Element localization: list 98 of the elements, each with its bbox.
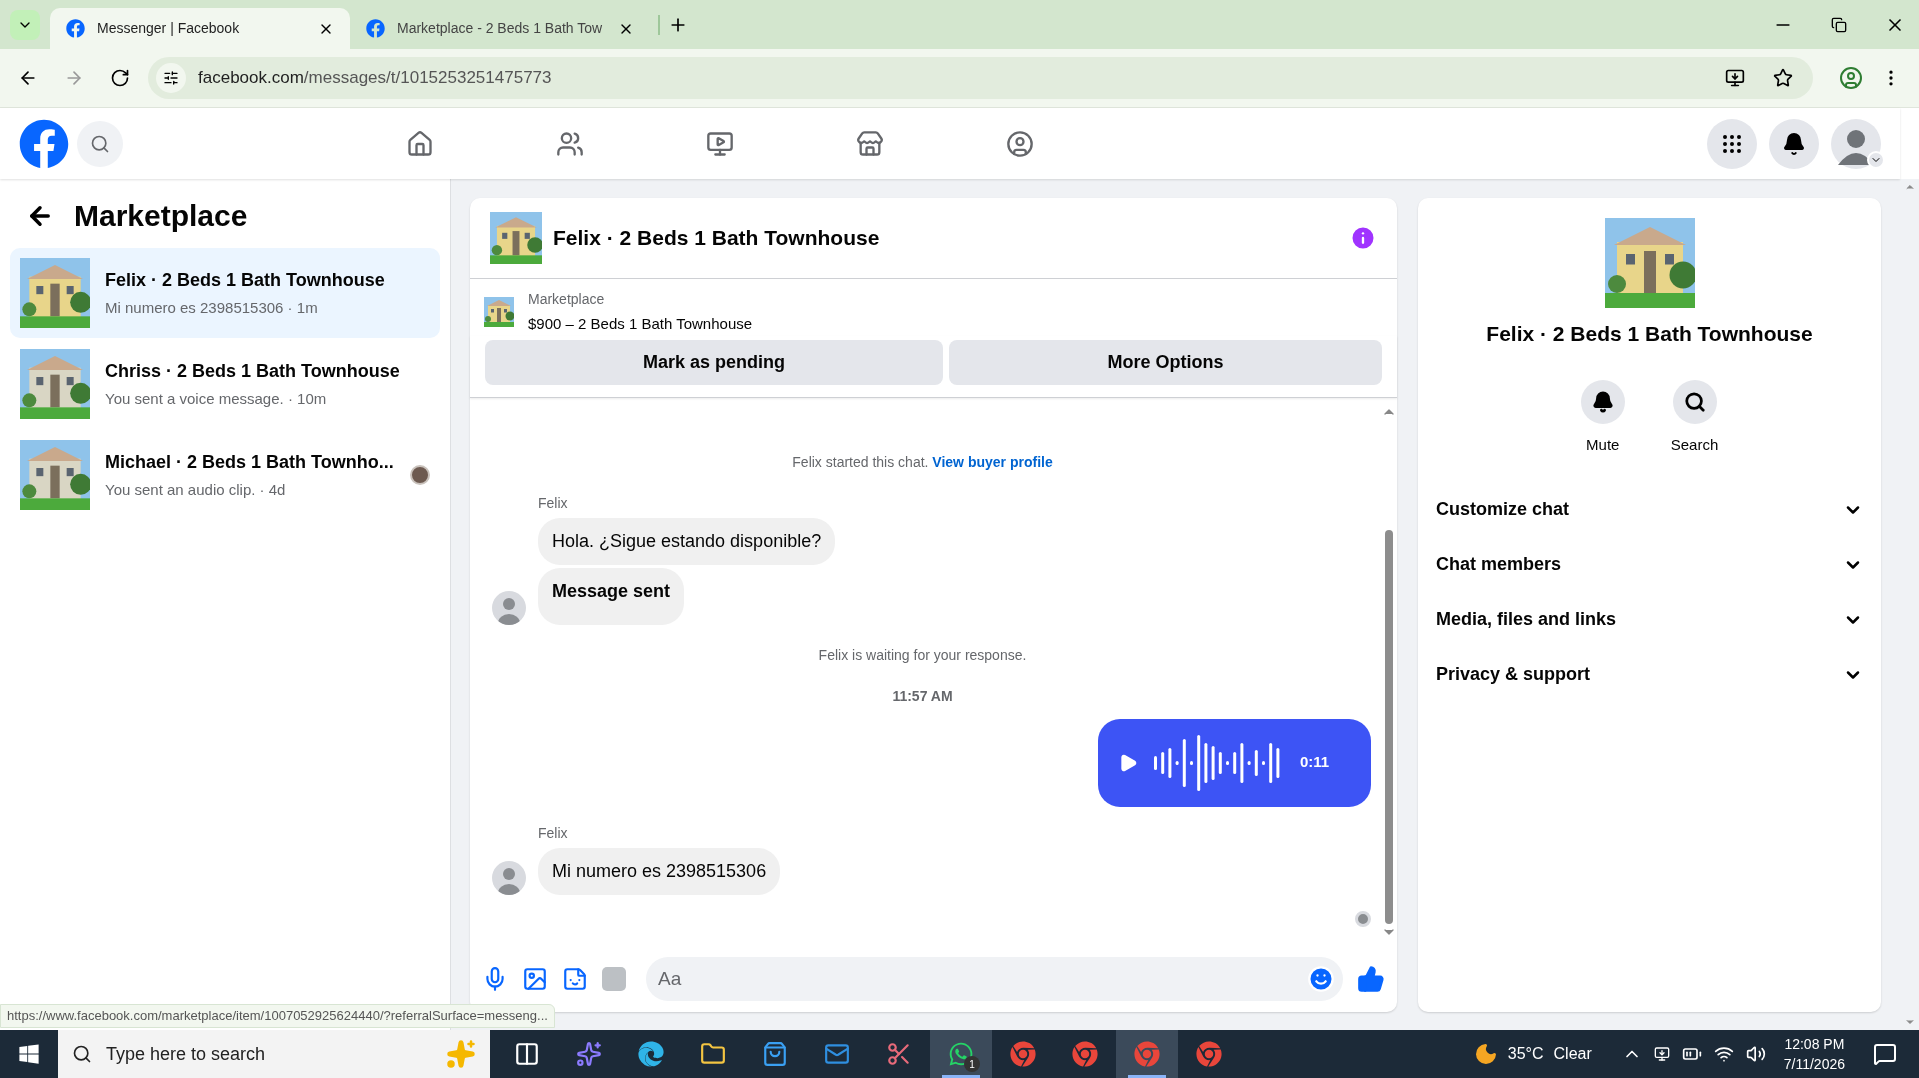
chat-title: Felix · 2 Beds 1 Bath Townhouse [105, 268, 386, 292]
profile-icon[interactable] [1839, 66, 1863, 90]
details-section-row[interactable]: Customize chat [1428, 482, 1871, 537]
message-bubble: Mi numero es 2398515306 [538, 847, 781, 895]
weather-text: Clear [1553, 1044, 1592, 1064]
account-button[interactable] [1831, 118, 1881, 169]
info-icon[interactable] [1349, 224, 1377, 252]
tab-title: Marketplace - 2 Beds 1 Bath Tow [397, 19, 604, 38]
home-icon [406, 129, 434, 158]
buyer-profile-link[interactable]: View buyer profile [932, 453, 1053, 470]
sticker-icon[interactable] [562, 966, 588, 992]
store-icon [856, 129, 884, 158]
taskbar-app[interactable]: 1 [930, 1030, 992, 1078]
chat-preview: Mi numero es 2398515306 · 1m [105, 297, 319, 318]
chat-list-item[interactable]: Chriss · 2 Beds 1 Bath Townhouse You sent a voice message. · 10m [10, 339, 440, 429]
chat-title: Michael · 2 Beds 1 Bath Townho... [105, 450, 395, 474]
message-bubble: Hola. ¿Sigue estando disponible? [538, 517, 836, 565]
mail-icon [824, 1041, 850, 1067]
url-text: facebook.com/messages/t/1015253251475773 [198, 67, 553, 90]
photo-icon[interactable] [522, 966, 548, 992]
like-icon[interactable] [1357, 965, 1385, 993]
volume-icon[interactable] [1745, 1044, 1766, 1064]
tab-favicon-icon [366, 19, 385, 38]
browser-tab[interactable]: Messenger | Facebook [50, 8, 350, 49]
chat-notice: Felix is waiting for your response. [817, 645, 1028, 665]
chat-list-item[interactable]: Michael · 2 Beds 1 Bath Townho... You sent an audio clip. · 4d [10, 430, 440, 520]
bell-icon [1782, 131, 1806, 156]
group-icon [1006, 129, 1034, 158]
audio-duration: 0:11 [1300, 752, 1330, 773]
weather-temperature: 35°C [1507, 1044, 1544, 1064]
tab-favicon-icon [66, 19, 85, 38]
browser-icon [1134, 1041, 1160, 1067]
chat-preview: You sent an audio clip. · 4d [105, 479, 287, 500]
message-bubble: Message sent [538, 567, 685, 625]
bell-icon [1591, 390, 1614, 413]
bookmark-star-icon[interactable] [1773, 68, 1793, 88]
moon-icon [1473, 1042, 1498, 1066]
chat-preview: You sent a voice message. · 10m [105, 388, 328, 409]
notifications-icon[interactable] [1873, 1042, 1897, 1066]
sparkle-icon [446, 1039, 476, 1069]
start-icon[interactable] [18, 1043, 40, 1065]
taskbar-search-field[interactable]: Type here to search [58, 1030, 490, 1078]
device-icon[interactable] [1653, 1046, 1670, 1062]
search-icon [90, 133, 110, 154]
store-icon [762, 1041, 788, 1067]
search-icon [72, 1044, 92, 1064]
listing-action-button[interactable]: Mark as pending [485, 339, 943, 385]
browser-icon [1010, 1041, 1036, 1067]
notification-badge: 1 [964, 1056, 980, 1072]
details-section-row[interactable]: Privacy & support [1428, 647, 1871, 702]
avatar-icon [492, 590, 526, 625]
emoji-icon[interactable] [1307, 965, 1335, 993]
install-icon[interactable] [1725, 68, 1745, 88]
read-receipt-icon [1355, 910, 1371, 927]
search-icon [1683, 390, 1706, 413]
browser-icon [1196, 1041, 1222, 1067]
people-icon [556, 129, 584, 158]
scrollbar-thumb[interactable] [1385, 529, 1393, 924]
chat-list-item[interactable]: Felix · 2 Beds 1 Bath Townhouse Mi numero es 2398515306 · 1m [10, 248, 440, 338]
browser-icon [1072, 1041, 1098, 1067]
chat-notice: Felix started this chat. View buyer profile [791, 452, 1054, 472]
play-icon[interactable] [1118, 752, 1138, 773]
sender-name: Felix [538, 823, 569, 843]
task-view-icon [514, 1041, 540, 1067]
address-bar[interactable]: facebook.com/messages/t/1015253251475773 [148, 57, 1813, 99]
clock-time: 12:08 PM [1784, 1035, 1845, 1054]
sender-name: Felix [538, 493, 569, 513]
message-time: 11:57 AM [891, 686, 954, 706]
logo-icon[interactable] [19, 118, 69, 169]
search-button[interactable] [77, 120, 123, 167]
clock-date: 7/11/2026 [1783, 1055, 1845, 1074]
details-title: Felix · 2 Beds 1 Bath Townhouse [1486, 321, 1813, 347]
browser-tab[interactable]: Marketplace - 2 Beds 1 Bath Tow [350, 8, 650, 49]
tab-title: Messenger | Facebook [97, 19, 241, 38]
voice-message[interactable]: 0:11 [1098, 718, 1371, 807]
site-settings-icon[interactable] [163, 70, 179, 86]
menu-button[interactable] [1707, 118, 1757, 169]
restore-icon[interactable] [1831, 16, 1847, 33]
message-field[interactable]: Aa [646, 957, 1343, 1001]
sparkle-icon [576, 1041, 602, 1067]
message-input[interactable]: Aa [658, 964, 1307, 994]
details-section-row[interactable]: Chat members [1428, 537, 1871, 592]
notifications-button[interactable] [1769, 118, 1819, 169]
wifi-icon[interactable] [1713, 1044, 1734, 1064]
chat-title: Chriss · 2 Beds 1 Bath Townhouse [105, 359, 401, 383]
avatar-icon [492, 860, 526, 895]
listing-label: Marketplace [528, 290, 606, 309]
details-section-row[interactable]: Media, files and links [1428, 592, 1871, 647]
listing-action-button[interactable]: More Options [949, 339, 1382, 385]
folder-icon [700, 1041, 726, 1067]
chat-header-title: Felix · 2 Beds 1 Bath Townhouse [553, 225, 881, 252]
video-icon [706, 129, 734, 158]
sidebar-title: Marketplace [74, 198, 248, 234]
browser-icon [638, 1041, 664, 1067]
link-preview-status: https://www.facebook.com/marketplace/item/1007052925624440/?referralSurface=messeng... [0, 1004, 555, 1028]
listing-title: $900 – 2 Beds 1 Bath Townhouse [528, 314, 753, 334]
reload-icon[interactable] [110, 68, 130, 88]
scissors-icon [886, 1041, 912, 1067]
